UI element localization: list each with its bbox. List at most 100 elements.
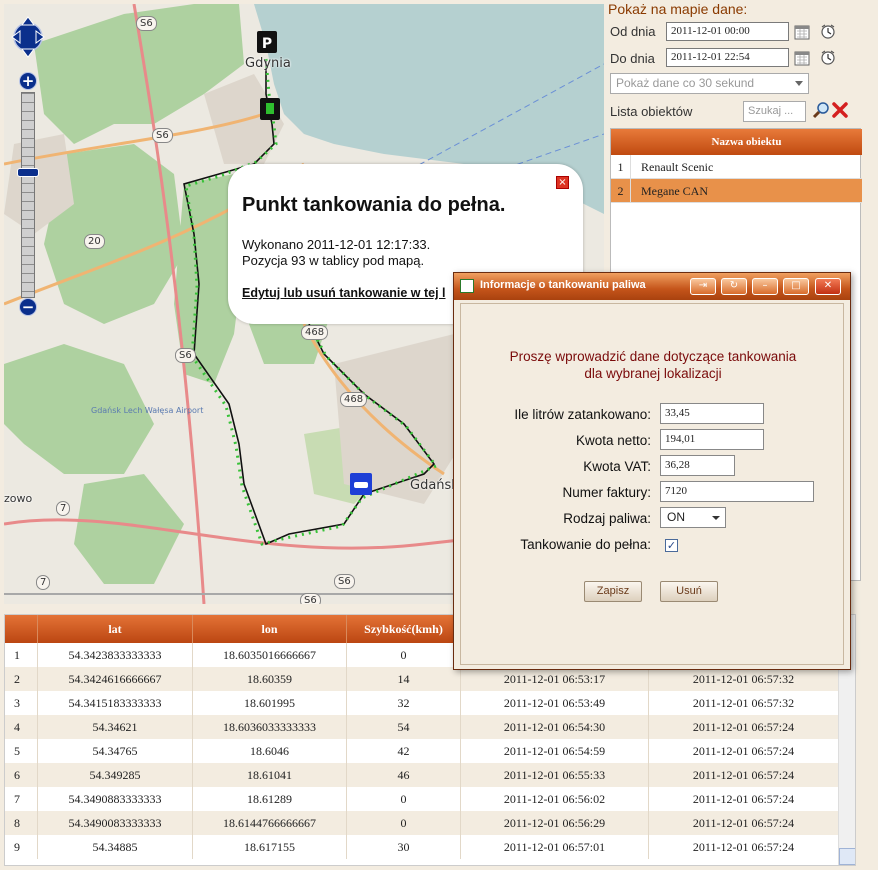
table-row[interactable]: 5 54.34765 18.6046 42 2011-12-01 06:54:59 201… [5, 739, 839, 763]
minimize-button[interactable]: – [752, 278, 778, 295]
table-cell: 2 [5, 667, 38, 691]
table-cell: 2011-12-01 06:54:30 [461, 715, 649, 739]
table-cell: 18.6046 [193, 739, 347, 763]
from-date-label: Od dnia [610, 24, 656, 39]
table-row[interactable]: 6 54.349285 18.61041 46 2011-12-01 06:55:33 2… [5, 763, 839, 787]
zoom-slider[interactable] [17, 168, 39, 177]
table-cell: 54.3423833333333 [38, 643, 193, 667]
calendar-icon[interactable] [794, 50, 810, 66]
chevron-down-icon [795, 81, 803, 86]
table-cell: 54.34765 [38, 739, 193, 763]
table-cell: 2011-12-01 06:53:49 [461, 691, 649, 715]
table-cell: 2011-12-01 06:57:32 [649, 691, 839, 715]
save-button[interactable]: Zapisz [584, 581, 642, 602]
object-row[interactable]: 1 Renault Scenic [611, 155, 862, 179]
col-index-header [5, 615, 38, 643]
table-cell: 7 [5, 787, 38, 811]
table-cell: 2011-12-01 06:57:32 [649, 667, 839, 691]
calendar-icon[interactable] [794, 24, 810, 40]
table-cell: 54.3424616666667 [38, 667, 193, 691]
table-cell: 2011-12-01 06:57:24 [649, 715, 839, 739]
table-cell: 0 [347, 811, 461, 835]
svg-text:P: P [262, 36, 272, 52]
road-shield: S6 [136, 16, 157, 31]
refuel-dialog: Informacje o tankowaniu paliwa ⇥ ↻ – □ ✕… [453, 272, 851, 670]
table-cell: 0 [347, 787, 461, 811]
zoom-control[interactable]: + − [17, 72, 39, 318]
object-row-selected[interactable]: 2 Megane CAN [611, 179, 862, 203]
full-tank-checkbox[interactable]: ✓ [665, 539, 678, 552]
search-input[interactable]: Szukaj ... [743, 101, 806, 122]
road-shield: 20 [84, 234, 105, 249]
vat-amount-label: Kwota VAT: [583, 459, 651, 474]
road-shield: S6 [175, 348, 196, 363]
to-date-input[interactable]: 2011-12-01 22:54 [666, 48, 789, 67]
net-amount-input[interactable]: 194,01 [660, 429, 764, 450]
zoom-out-button[interactable]: − [19, 298, 37, 316]
popup-close-icon[interactable]: × [556, 176, 569, 189]
table-cell: 2011-12-01 06:53:17 [461, 667, 649, 691]
table-row[interactable]: 2 54.3424616666667 18.60359 14 2011-12-01 06… [5, 667, 839, 691]
table-cell: 18.60359 [193, 667, 347, 691]
object-name: Megane CAN [641, 184, 708, 198]
from-date-input[interactable]: 2011-12-01 00:00 [666, 22, 789, 41]
table-cell: 54.34621 [38, 715, 193, 739]
table-cell: 54.3490883333333 [38, 787, 193, 811]
table-row[interactable]: 7 54.3490883333333 18.61289 0 2011-12-01 06:… [5, 787, 839, 811]
objects-header[interactable]: Nazwa obiektu [631, 129, 862, 155]
dialog-titlebar[interactable]: Informacje o tankowaniu paliwa ⇥ ↻ – □ ✕ [454, 273, 850, 300]
col-speed-header[interactable]: Szybkość(kmh) [347, 615, 461, 643]
table-cell: 54.349285 [38, 763, 193, 787]
invoice-number-label: Numer faktury: [562, 485, 651, 500]
road-shield: S6 [334, 574, 355, 589]
col-lat-header[interactable]: lat [38, 615, 193, 643]
objects-label: Lista obiektów [610, 104, 693, 119]
object-index: 1 [611, 155, 631, 179]
full-tank-label: Tankowanie do pełna: [520, 537, 651, 552]
vat-amount-input[interactable]: 36,28 [660, 455, 735, 476]
dialog-heading-line2: dla wybranej lokalizacji [584, 366, 722, 381]
table-cell: 4 [5, 715, 38, 739]
clock-icon[interactable] [820, 49, 836, 65]
maximize-button[interactable]: □ [783, 278, 809, 295]
map-label-airport: Gdańsk Lech Wałęsa Airport [91, 406, 204, 415]
table-row[interactable]: 3 54.3415183333333 18.601995 32 2011-12-01 0… [5, 691, 839, 715]
table-cell: 5 [5, 739, 38, 763]
fuel-type-select[interactable]: ON [660, 507, 726, 528]
pan-control[interactable] [11, 13, 45, 61]
table-cell: 18.6035016666667 [193, 643, 347, 667]
dialog-heading: Proszę wprowadzić dane dotyczące tankowa… [461, 348, 845, 382]
liters-input[interactable]: 33,45 [660, 403, 764, 424]
popup-line-date: Wykonano 2011-12-01 12:17:33. [242, 237, 431, 252]
interval-select[interactable]: Pokaż dane co 30 sekund [610, 73, 809, 94]
table-cell: 18.617155 [193, 835, 347, 859]
road-shield: 468 [301, 325, 329, 340]
table-cell: 2011-12-01 06:56:02 [461, 787, 649, 811]
zoom-bar[interactable] [21, 92, 35, 298]
fuel-type-label: Rodzaj paliwa: [563, 511, 651, 526]
fuel-type-value: ON [667, 510, 685, 524]
road-shield: S6 [300, 593, 321, 604]
table-cell: 2011-12-01 06:57:24 [649, 787, 839, 811]
table-row[interactable]: 4 54.34621 18.6036033333333 54 2011-12-01 06… [5, 715, 839, 739]
clear-icon[interactable] [831, 101, 849, 119]
pin-button[interactable]: ⇥ [690, 278, 716, 295]
table-row[interactable]: 8 54.3490083333333 18.6144766666667 0 2011-1… [5, 811, 839, 835]
table-cell: 2011-12-01 06:57:24 [649, 739, 839, 763]
scroll-down-icon[interactable] [839, 848, 855, 865]
map-label-left: zowo [4, 492, 33, 505]
delete-button[interactable]: Usuń [660, 581, 718, 602]
clock-icon[interactable] [820, 23, 836, 39]
invoice-number-input[interactable]: 7120 [660, 481, 814, 502]
table-row[interactable]: 9 54.34885 18.617155 30 2011-12-01 06:57:01 2… [5, 835, 839, 859]
table-cell: 18.61289 [193, 787, 347, 811]
search-icon[interactable] [812, 101, 830, 119]
zoom-in-button[interactable]: + [19, 72, 37, 90]
refresh-button[interactable]: ↻ [721, 278, 747, 295]
close-button[interactable]: ✕ [815, 278, 841, 295]
table-cell: 2011-12-01 06:56:29 [461, 811, 649, 835]
net-amount-label: Kwota netto: [575, 433, 651, 448]
panel-title: Pokaż na mapie dane: [608, 1, 748, 17]
table-cell: 2011-12-01 06:57:24 [649, 835, 839, 859]
col-lon-header[interactable]: lon [193, 615, 347, 643]
